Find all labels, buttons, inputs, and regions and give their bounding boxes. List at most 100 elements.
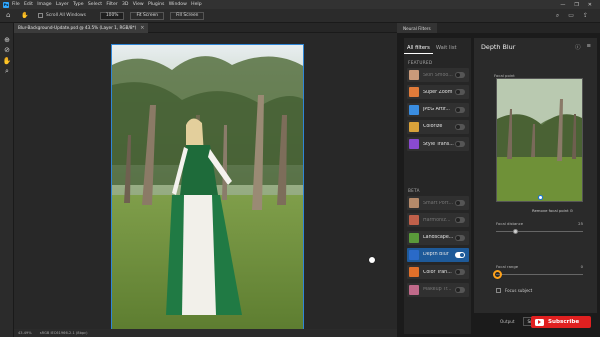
more-options-icon[interactable]: ≡ <box>586 43 591 51</box>
filter-toggle[interactable] <box>455 106 465 113</box>
detail-title: Depth Blur <box>481 43 516 51</box>
focal-range-label: Focal range <box>496 264 519 269</box>
menu-type[interactable]: Type <box>73 2 84 7</box>
menu-filter[interactable]: Filter <box>106 2 117 7</box>
menu-image[interactable]: Image <box>37 2 51 7</box>
subscribe-badge[interactable]: Subscribe <box>531 316 591 328</box>
remove-focal-point-label: Remove focal point <box>532 208 569 213</box>
canvas-area[interactable] <box>14 33 397 331</box>
focal-point-marker[interactable] <box>538 195 543 200</box>
close-document-icon[interactable]: × <box>140 25 144 31</box>
hand-tool-icon[interactable]: ✋ <box>2 57 12 66</box>
filter-toggle[interactable] <box>455 72 465 78</box>
filter-item[interactable]: Smart Port... <box>407 196 469 210</box>
filter-toggle[interactable] <box>455 200 465 206</box>
filter-item[interactable]: JPEG Artif... <box>407 102 469 117</box>
filter-label: Landscape... <box>423 235 454 241</box>
menu-edit[interactable]: Edit <box>24 2 33 7</box>
focal-distance-track[interactable] <box>496 231 583 232</box>
filter-label: Style Trans... <box>423 141 454 147</box>
document-tab[interactable]: Blur-Background-Update.psd @ 43.5% (Laye… <box>14 22 149 33</box>
filter-item[interactable]: Skin Smoo... <box>407 68 469 82</box>
focus-subject-checkbox[interactable] <box>496 288 501 293</box>
filter-label: JPEG Artif... <box>423 107 450 113</box>
restore-icon[interactable]: ❐ <box>574 2 578 8</box>
menu-layer[interactable]: Layer <box>56 2 69 7</box>
filter-item[interactable]: Landscape... <box>407 230 469 245</box>
menu-select[interactable]: Select <box>88 2 102 7</box>
status-zoom[interactable]: 43.49% <box>18 331 32 335</box>
toggle-knob <box>460 252 464 257</box>
hand-tool-icon[interactable]: ✋ <box>21 12 30 19</box>
filter-thumbnail-icon <box>409 232 419 243</box>
filter-item[interactable]: Super Zoom <box>407 85 469 100</box>
filter-thumbnail-icon <box>409 215 419 226</box>
filter-item[interactable]: Makeup Tr... <box>407 282 469 297</box>
menu-plugins[interactable]: Plugins <box>148 2 164 7</box>
menu-view[interactable]: View <box>133 2 144 7</box>
info-icon[interactable]: ⓘ <box>575 43 580 51</box>
filter-toggle[interactable] <box>455 141 465 148</box>
zoom-value-field[interactable]: 100% <box>99 11 125 20</box>
toggle-knob <box>456 124 460 129</box>
filter-label: Super Zoom <box>423 89 453 95</box>
toggle-knob <box>456 287 460 292</box>
tab-wait-list[interactable]: Wait list <box>433 42 460 54</box>
beta-section-label: BETA <box>408 188 420 193</box>
status-profile: sRGB IEC61966-2.1 (8bpc) <box>39 331 88 335</box>
filter-thumbnail-icon <box>409 139 419 150</box>
filter-toggle[interactable] <box>455 269 465 276</box>
scroll-all-windows-checkbox[interactable] <box>38 13 43 18</box>
neural-filters-tab[interactable]: Neural Filters <box>397 23 437 33</box>
brush-tool-icon[interactable]: ⊘ <box>2 46 12 55</box>
filter-toggle[interactable] <box>455 234 465 241</box>
menu-3d[interactable]: 3D <box>122 2 128 7</box>
photo-canvas[interactable] <box>111 44 304 331</box>
document-tab-bar: Blur-Background-Update.psd @ 43.5% (Laye… <box>14 22 397 33</box>
fill-screen-button[interactable]: Fill Screen <box>170 11 205 20</box>
filter-item[interactable]: Harmoniz... <box>407 213 469 228</box>
focal-range-track[interactable] <box>496 274 583 275</box>
zoom-tool-icon[interactable]: ⌕ <box>2 67 12 76</box>
focal-distance-handle[interactable] <box>513 229 518 234</box>
focal-distance-value: 25 <box>578 221 583 226</box>
focus-subject-option[interactable]: Focus subject <box>496 288 532 293</box>
filter-thumbnail-icon <box>409 70 419 80</box>
filter-item[interactable]: Colorize <box>407 119 469 134</box>
neural-filters-header: Neural Filters <box>397 23 600 33</box>
menu-help[interactable]: Help <box>191 2 201 7</box>
share-icon[interactable]: ⇪ <box>583 12 588 20</box>
focal-distance-label: Focal distance <box>496 221 524 226</box>
filter-thumbnail-icon <box>409 284 419 295</box>
window-controls: — ❐ ✕ <box>560 2 592 8</box>
filter-toggle[interactable] <box>455 123 465 130</box>
filter-toggle[interactable] <box>455 286 465 293</box>
fit-screen-button[interactable]: Fit Screen <box>130 11 165 20</box>
search-icon[interactable]: ⌕ <box>556 12 559 20</box>
filter-toggle[interactable] <box>455 251 465 258</box>
home-icon[interactable]: ⌂ <box>6 12 14 19</box>
minimize-icon[interactable]: — <box>560 2 565 8</box>
photoshop-logo-icon: Ps <box>3 1 9 8</box>
focal-point-preview[interactable] <box>496 78 583 202</box>
remove-focal-point-link[interactable]: Remove focal point ⊙ <box>532 208 573 213</box>
depth-blur-detail: Depth Blur ⓘ ≡ Focal point Remove focal … <box>474 38 597 313</box>
photoshop-window: Ps File Edit Image Layer Type Select Fil… <box>0 0 600 337</box>
filter-toggle[interactable] <box>455 89 465 96</box>
workspace-icon[interactable]: ▭ <box>568 12 574 20</box>
close-window-icon[interactable]: ✕ <box>588 2 592 8</box>
filter-toggle[interactable] <box>455 217 465 224</box>
filter-item[interactable]: Depth Blur <box>407 247 469 262</box>
tab-all-filters[interactable]: All filters <box>404 42 433 54</box>
filter-item[interactable]: Color Tran... <box>407 265 469 280</box>
options-right-icons: ⌕ ▭ ⇪ <box>556 12 588 20</box>
menu-window[interactable]: Window <box>169 2 187 7</box>
filter-list: All filters Wait list FEATURED Skin Smoo… <box>404 38 471 334</box>
filter-item[interactable]: Style Trans... <box>407 137 469 152</box>
status-bar: 43.49% sRGB IEC61966-2.1 (8bpc) <box>14 329 397 337</box>
move-tool-icon[interactable]: ⊕ <box>2 36 12 45</box>
menu-file[interactable]: File <box>12 2 20 7</box>
focal-range-handle[interactable] <box>493 270 502 279</box>
mouse-cursor <box>369 257 375 263</box>
toggle-knob <box>456 107 460 112</box>
